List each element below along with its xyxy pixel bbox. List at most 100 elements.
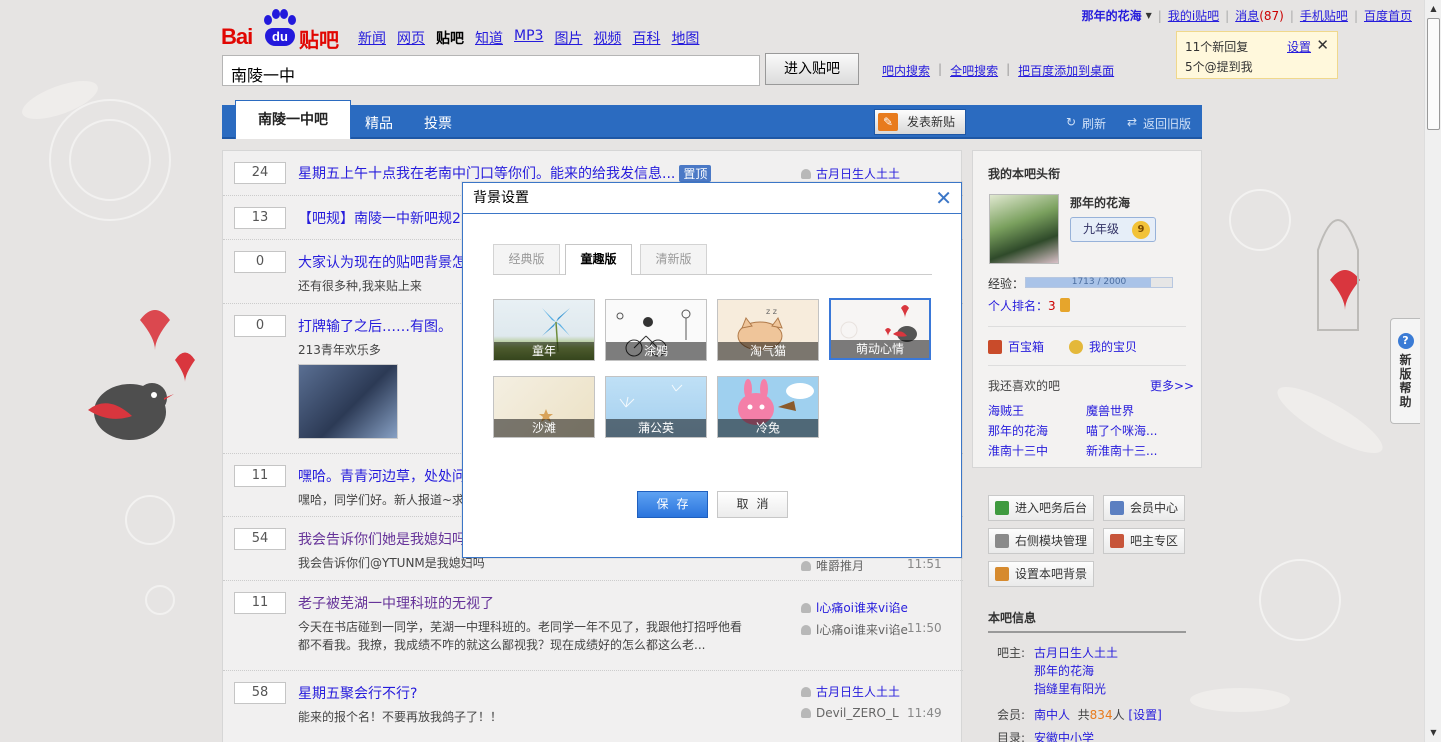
last-replier[interactable]: Devil_ZERO_L (801, 706, 899, 720)
thread-title[interactable]: 星期五聚会行不行? (298, 683, 417, 703)
scroll-thumb[interactable] (1427, 18, 1440, 130)
tab-forum-home[interactable]: 南陵一中吧 (235, 100, 351, 139)
thread-title[interactable]: 我会告诉你们她是我媳妇吗 (298, 529, 466, 549)
thread-thumbnail-image[interactable] (298, 364, 398, 439)
swap-icon[interactable]: ⇄ (1127, 115, 1137, 129)
search-input[interactable]: 南陵一中 (222, 55, 760, 86)
skin-option-heartbeat[interactable]: 萌动心情 (829, 298, 931, 360)
separator: | (1157, 8, 1162, 23)
nav-mp3[interactable]: MP3 (514, 28, 543, 48)
search-in-bar-link[interactable]: 吧内搜索 (882, 62, 930, 79)
username-link[interactable]: 那年的花海 (1082, 7, 1142, 24)
owner-link[interactable]: 那年的花海 (1034, 662, 1094, 679)
scroll-up-arrow-icon[interactable]: ▲ (1427, 2, 1440, 15)
thread-title[interactable]: 嘿哈。青青河边草，处处问 (298, 466, 466, 486)
thread-title[interactable]: 大家认为现在的贴吧背景怎 (298, 252, 466, 272)
baidu-home-link[interactable]: 百度首页 (1364, 7, 1412, 24)
svg-text:z z: z z (766, 307, 777, 316)
chevron-down-icon[interactable]: ▼ (1146, 11, 1152, 20)
my-treasure-link[interactable]: 我的宝贝 (1069, 338, 1137, 355)
tab-fresh[interactable]: 清新版 (640, 244, 707, 274)
refresh-icon[interactable]: ↻ (1066, 115, 1076, 129)
old-version-link[interactable]: 返回旧版 (1143, 115, 1191, 132)
avatar[interactable] (989, 194, 1059, 264)
nav-web[interactable]: 网页 (397, 28, 425, 48)
notify-settings-link[interactable]: 设置 (1287, 37, 1311, 57)
save-button[interactable]: 保存 (637, 491, 708, 518)
skin-label: 萌动心情 (831, 340, 929, 358)
nav-zhidao[interactable]: 知道 (475, 28, 503, 48)
more-link[interactable]: 更多>> (1150, 377, 1194, 394)
separator: | (1353, 8, 1358, 23)
thread-title[interactable]: 【吧规】南陵一中新吧规2 (298, 208, 461, 228)
tab-featured[interactable]: 精品 (365, 113, 393, 133)
skin-option-beach[interactable]: 沙滩 (493, 376, 595, 438)
close-icon[interactable]: ✕ (935, 183, 952, 213)
scrollbar[interactable]: ▲ ▼ (1424, 0, 1441, 742)
skin-option-dandelion[interactable]: 蒲公英 (605, 376, 707, 438)
new-post-button[interactable]: ✎ 发表新贴 (874, 109, 966, 135)
tab-vote[interactable]: 投票 (424, 113, 452, 133)
thread-author[interactable]: 古月日生人土土 (801, 683, 900, 700)
thread-author[interactable]: l心痛oi谁来vi谄e (801, 599, 908, 616)
owner-zone-button[interactable]: 吧主专区 (1103, 528, 1186, 554)
grade-badge[interactable]: 九年级 9 (1070, 217, 1156, 242)
my-itieba-link[interactable]: 我的i贴吧 (1168, 7, 1219, 24)
directory-link[interactable]: 安徽中小学 (1034, 729, 1094, 742)
nav-map[interactable]: 地图 (671, 28, 699, 48)
nav-images[interactable]: 图片 (554, 28, 582, 48)
nav-tieba[interactable]: 贴吧 (436, 28, 464, 48)
enter-tieba-button[interactable]: 进入贴吧 (765, 53, 859, 85)
favorite-bar-link[interactable]: 淮南十三中 (988, 442, 1048, 459)
members-settings-link: [设置] (1128, 708, 1162, 722)
thread-author[interactable]: 古月日生人土土 (801, 165, 900, 182)
modules-icon (995, 534, 1009, 548)
thread-title[interactable]: 打牌输了之后……有图。 (298, 316, 452, 336)
mobile-tieba-link[interactable]: 手机贴吧 (1300, 7, 1348, 24)
reply-count: 24 (234, 162, 286, 184)
module-manage-button[interactable]: 右侧模块管理 (988, 528, 1095, 554)
nav-news[interactable]: 新闻 (358, 28, 386, 48)
favorite-bar-link[interactable]: 新淮南十三... (1086, 442, 1157, 459)
set-background-button[interactable]: 设置本吧背景 (988, 561, 1095, 587)
thread-title[interactable]: 老子被芜湖一中理科班的无视了 (298, 593, 494, 613)
skin-option-cold-rabbit[interactable]: 冷兔 (717, 376, 819, 438)
last-replier[interactable]: 唯爵推月 (801, 557, 864, 574)
owner-link[interactable]: 指缝里有阳光 (1034, 680, 1106, 697)
thread-excerpt: 213青年欢乐多 (298, 343, 381, 357)
nav-video[interactable]: 视频 (593, 28, 621, 48)
skin-option-childhood[interactable]: 童年 (493, 299, 595, 361)
medal-icon (1059, 298, 1070, 312)
search-all-bars-link[interactable]: 全吧搜索 (950, 62, 998, 79)
favorite-bar-link[interactable]: 喵了个咪海... (1086, 422, 1157, 439)
add-to-desktop-link[interactable]: 把百度添加到桌面 (1018, 62, 1114, 79)
last-replier[interactable]: l心痛oi谁来vi谄e (801, 621, 908, 638)
dialog-title: 背景设置 ✕ (463, 183, 961, 214)
skin-option-doodle[interactable]: 涂鸦 (605, 299, 707, 361)
close-icon[interactable]: ✕ (1316, 35, 1329, 55)
admin-backend-button[interactable]: 进入吧务后台 (988, 495, 1095, 521)
baidu-tieba-logo[interactable]: Bai du 贴吧 (221, 6, 341, 52)
thread-title[interactable]: 星期五上午十点我在老南中门口等你们。能来的给我发信息... 置顶 (298, 163, 712, 183)
profile-username[interactable]: 那年的花海 (1070, 194, 1130, 211)
cancel-button[interactable]: 取消 (717, 491, 788, 518)
refresh-link[interactable]: 刷新 (1082, 115, 1106, 132)
new-version-help-tab[interactable]: ? 新版帮助 (1390, 318, 1420, 424)
mentions-text[interactable]: 5个@提到我 (1185, 57, 1329, 77)
treasure-box-link[interactable]: 百宝箱 (988, 338, 1044, 355)
forum-tab-bar: 南陵一中吧 精品 投票 ✎ 发表新贴 ↻ 刷新 ⇄ 返回旧版 (222, 100, 1202, 139)
rank-line[interactable]: 个人排名：3 (988, 297, 1070, 314)
owner-link[interactable]: 古月日生人土土 (1034, 644, 1118, 661)
new-post-label: 发表新贴 (907, 115, 956, 129)
nav-baike[interactable]: 百科 (632, 28, 660, 48)
skin-option-naughty-cat[interactable]: z z 淘气猫 (717, 299, 819, 361)
scroll-down-arrow-icon[interactable]: ▼ (1427, 726, 1440, 739)
favorite-bar-link[interactable]: 魔兽世界 (1086, 402, 1134, 419)
members-line[interactable]: 南中人 共834人 [设置] (1034, 706, 1162, 723)
favorite-bar-link[interactable]: 那年的花海 (988, 422, 1048, 439)
favorite-bar-link[interactable]: 海贼王 (988, 402, 1024, 419)
tab-childlike[interactable]: 童趣版 (565, 244, 632, 275)
member-center-button[interactable]: 会员中心 (1103, 495, 1186, 521)
tab-classic[interactable]: 经典版 (493, 244, 560, 274)
messages-link[interactable]: 消息 (1235, 7, 1259, 24)
